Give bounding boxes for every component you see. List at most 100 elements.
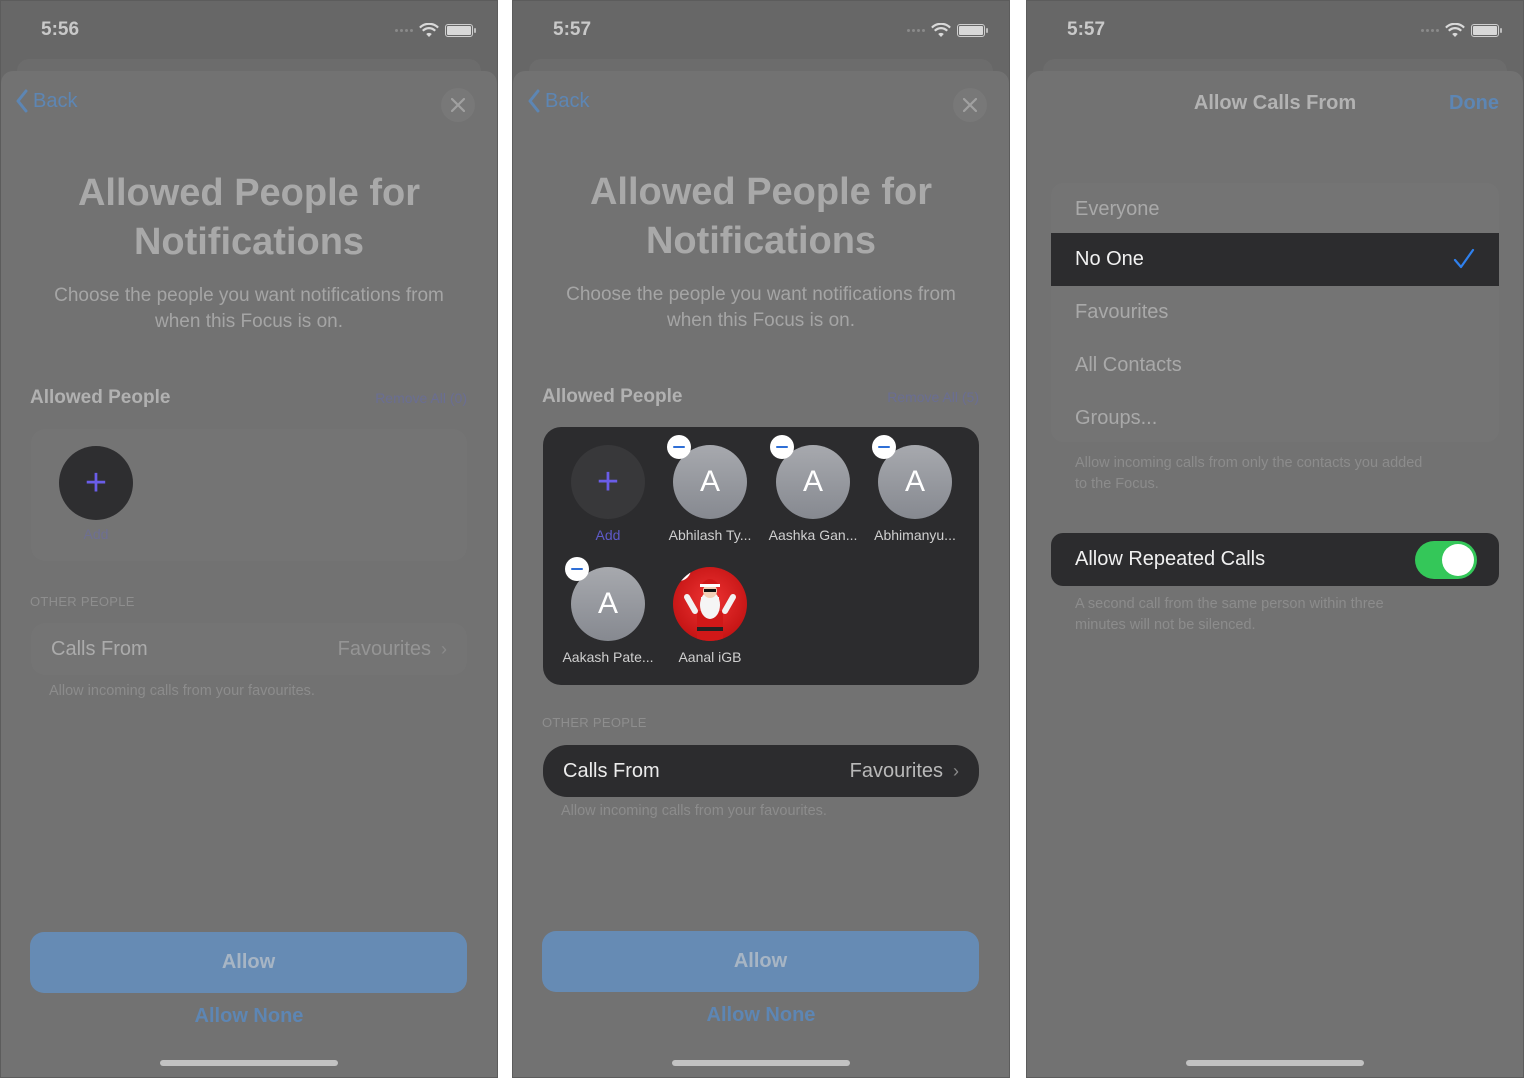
back-button[interactable]: Back — [15, 89, 77, 113]
page-title: Allowed People for Notifications — [1, 169, 497, 267]
contact-photo-avatar — [673, 567, 747, 641]
option-label: No One — [1075, 248, 1144, 270]
option-favourites[interactable]: Favourites — [1051, 286, 1499, 339]
allow-repeated-calls-toggle[interactable] — [1415, 540, 1477, 579]
chevron-right-icon: › — [953, 760, 959, 781]
calls-from-label: Calls From — [51, 637, 148, 660]
phone-screen-3: 5:57 Allow Calls From Done Everyone No O… — [1026, 0, 1524, 1078]
back-label: Back — [33, 89, 78, 112]
calls-footnote: Allow incoming calls from your favourite… — [561, 803, 827, 819]
options-footnote: Allow incoming calls from only the conta… — [1075, 453, 1483, 495]
person-item[interactable]: A Aashka Gan... — [763, 435, 863, 543]
title-line: Notifications — [645, 220, 877, 262]
allow-none-button[interactable]: Allow None — [513, 1004, 1009, 1027]
remove-all-button[interactable]: Remove All (5) — [887, 389, 979, 405]
other-people-label: OTHER PEOPLE — [542, 715, 647, 730]
calls-from-value: Favourites — [849, 759, 943, 782]
close-button[interactable] — [441, 88, 475, 122]
status-bar: 5:56 — [1, 1, 497, 61]
option-everyone[interactable]: Everyone — [1051, 183, 1499, 236]
remove-all-button[interactable]: Remove All (0) — [375, 390, 467, 406]
calls-from-row[interactable]: Calls From Favourites › — [543, 745, 979, 797]
remove-person-icon[interactable] — [872, 435, 896, 459]
wifi-icon — [1445, 23, 1465, 37]
cellular-signal-icon — [1421, 29, 1439, 32]
option-label: All Contacts — [1075, 354, 1182, 376]
repeated-calls-footnote: A second call from the same person withi… — [1075, 594, 1483, 636]
option-label: Groups... — [1075, 407, 1158, 429]
allowed-people-grid: + Add A Abhilash Ty... A Aashka Gan... A… — [543, 427, 979, 685]
page-title: Allowed People for Notifications — [513, 168, 1009, 266]
battery-icon — [957, 24, 988, 37]
status-bar: 5:57 — [1027, 1, 1523, 61]
done-button[interactable]: Done — [1449, 92, 1499, 115]
person-item[interactable]: A Abhilash Ty... — [660, 435, 760, 543]
allow-none-button[interactable]: Allow None — [1, 1005, 497, 1028]
close-button[interactable] — [953, 88, 987, 122]
battery-icon — [1471, 24, 1502, 37]
page-subtitle: Choose the people you want notifications… — [31, 283, 467, 335]
toggle-knob — [1442, 543, 1474, 576]
back-label: Back — [545, 89, 590, 112]
footnote-line: Allow incoming calls from only the conta… — [1075, 455, 1423, 471]
status-bar: 5:57 — [513, 1, 1009, 61]
contact-avatar: A — [667, 435, 747, 519]
subtitle-line: Choose the people you want notifications… — [54, 285, 444, 306]
person-name: Aakash Pate... — [562, 649, 654, 665]
avatar-initial: A — [802, 465, 823, 498]
status-time: 5:56 — [41, 19, 80, 40]
allow-repeated-calls-label: Allow Repeated Calls — [1075, 548, 1266, 570]
calls-from-row[interactable]: Calls From Favourites › — [31, 623, 467, 675]
back-button[interactable]: Back — [527, 89, 589, 113]
subtitle-line: Choose the people you want notifications… — [566, 284, 956, 305]
add-avatar: + — [571, 445, 645, 519]
cellular-signal-icon — [395, 29, 413, 32]
allowed-people-heading: Allowed People — [30, 387, 171, 408]
home-indicator[interactable] — [1186, 1060, 1364, 1066]
avatar-initial: A — [597, 587, 618, 620]
contact-avatar: A — [565, 557, 645, 641]
add-avatar: + — [59, 446, 133, 520]
plus-icon: + — [596, 461, 620, 503]
person-name: Aashka Gan... — [768, 527, 858, 543]
title-line: Allowed People for — [77, 172, 421, 214]
home-indicator[interactable] — [672, 1060, 850, 1066]
footnote-line: A second call from the same person withi… — [1075, 596, 1384, 612]
add-person-button[interactable]: + Add — [558, 445, 658, 543]
wifi-icon — [419, 23, 439, 37]
wifi-icon — [931, 23, 951, 37]
person-item[interactable]: Aanal iGB — [660, 567, 760, 665]
calls-footnote: Allow incoming calls from your favourite… — [49, 683, 315, 699]
subtitle-line: when this Focus is on. — [667, 310, 855, 331]
allow-button[interactable]: Allow — [30, 932, 467, 993]
avatar-initial: A — [699, 465, 720, 498]
calls-from-options: Everyone No One Favourites All Contacts … — [1051, 183, 1499, 442]
option-groups[interactable]: Groups... — [1051, 392, 1499, 445]
person-item[interactable]: A Aakash Pate... — [558, 557, 658, 665]
calls-from-label: Calls From — [563, 759, 660, 782]
option-all-contacts[interactable]: All Contacts — [1051, 339, 1499, 392]
contact-avatar: A — [770, 435, 850, 519]
home-indicator[interactable] — [160, 1060, 338, 1066]
checkmark-icon — [1453, 248, 1475, 269]
chevron-left-icon — [528, 89, 540, 113]
allowed-people-heading: Allowed People — [542, 386, 683, 407]
remove-person-icon[interactable] — [565, 557, 589, 581]
allow-button[interactable]: Allow — [542, 931, 979, 992]
phone-screen-1: 5:56 Back Allowed People for Notificatio… — [0, 0, 498, 1078]
plus-icon: + — [84, 462, 108, 504]
other-people-label: OTHER PEOPLE — [30, 594, 135, 609]
person-name: Abhilash Ty... — [668, 527, 752, 543]
title-line: Notifications — [133, 221, 365, 263]
remove-person-icon[interactable] — [770, 435, 794, 459]
title-line: Allowed People for — [589, 171, 933, 213]
status-time: 5:57 — [1067, 19, 1106, 40]
add-person-button[interactable]: + Add — [46, 446, 146, 542]
remove-person-icon[interactable] — [667, 435, 691, 459]
add-label: Add — [83, 526, 109, 542]
allowed-people-grid: + Add — [31, 429, 467, 561]
option-label: Everyone — [1075, 198, 1160, 220]
option-no-one[interactable]: No One — [1051, 233, 1499, 286]
person-item[interactable]: A Abhimanyu... — [865, 435, 965, 543]
person-name: Aanal iGB — [678, 649, 742, 665]
